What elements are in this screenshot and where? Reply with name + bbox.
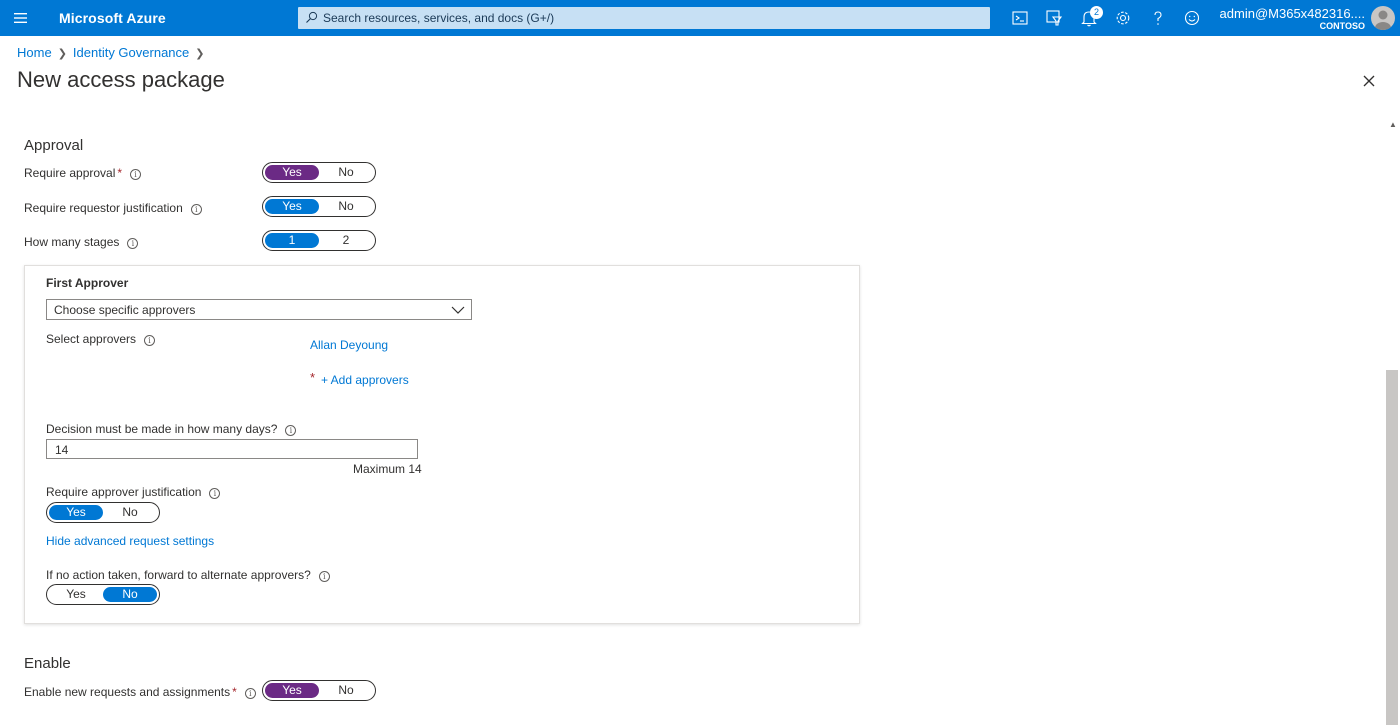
- forward-alternate-toggle[interactable]: Yes No: [46, 584, 160, 605]
- avatar[interactable]: [1371, 6, 1395, 30]
- chevron-right-icon: ❯: [195, 48, 205, 60]
- approval-heading: Approval: [24, 137, 84, 154]
- close-icon[interactable]: [1361, 73, 1377, 89]
- forward-alternate-label: If no action taken, forward to alternate…: [46, 568, 330, 582]
- require-justification-toggle[interactable]: Yes No: [262, 196, 376, 217]
- app-brand[interactable]: Microsoft Azure: [59, 10, 166, 26]
- approver-justification-label: Require approver justification i: [46, 485, 221, 499]
- info-icon[interactable]: i: [130, 169, 142, 180]
- user-avatar-icon: [1375, 10, 1391, 30]
- require-justification-yes[interactable]: Yes: [265, 199, 319, 214]
- enable-requests-no[interactable]: No: [319, 683, 373, 698]
- require-approval-no[interactable]: No: [319, 165, 373, 180]
- required-asterisk: *: [310, 370, 316, 385]
- account-email: admin@M365x482316....: [1219, 6, 1365, 21]
- stages-label: How many stages i: [24, 235, 139, 249]
- cloud-shell-icon[interactable]: [1010, 8, 1030, 28]
- hide-advanced-settings-link[interactable]: Hide advanced request settings: [46, 534, 214, 548]
- account-tenant: CONTOSO: [1319, 21, 1365, 31]
- page-title: New access package: [17, 67, 225, 92]
- enable-requests-label: Enable new requests and assignments * i: [24, 685, 256, 699]
- approver-justification-no[interactable]: No: [103, 505, 157, 520]
- enable-requests-yes[interactable]: Yes: [265, 683, 319, 698]
- require-approval-label: Require approval * i: [24, 166, 142, 180]
- approver-justification-text: Require approver justification: [46, 485, 202, 499]
- require-approval-text: Require approval: [24, 166, 116, 180]
- add-approvers-link[interactable]: + Add approvers: [321, 373, 409, 387]
- forward-alternate-no[interactable]: No: [103, 587, 157, 602]
- require-justification-no[interactable]: No: [319, 199, 373, 214]
- info-icon[interactable]: i: [127, 238, 139, 249]
- stages-option-2[interactable]: 2: [319, 233, 373, 248]
- breadcrumb-home[interactable]: Home: [17, 45, 52, 60]
- help-icon[interactable]: [1148, 8, 1168, 28]
- enable-heading: Enable: [24, 655, 71, 672]
- info-icon[interactable]: i: [190, 204, 202, 215]
- require-approval-yes[interactable]: Yes: [265, 165, 319, 180]
- settings-icon[interactable]: [1113, 8, 1133, 28]
- first-approver-title: First Approver: [46, 276, 129, 290]
- chevron-down-icon: [451, 306, 465, 314]
- notification-count-badge: 2: [1090, 6, 1103, 19]
- forward-alternate-text: If no action taken, forward to alternate…: [46, 568, 311, 582]
- enable-requests-toggle[interactable]: Yes No: [262, 680, 376, 701]
- top-bar: Microsoft Azure Search resources, servic…: [0, 0, 1400, 36]
- decision-days-value: 14: [55, 443, 69, 457]
- forward-alternate-yes[interactable]: Yes: [49, 587, 103, 602]
- decision-days-input[interactable]: 14: [46, 439, 418, 459]
- global-search-input[interactable]: Search resources, services, and docs (G+…: [298, 7, 990, 29]
- select-approvers-text: Select approvers: [46, 332, 137, 346]
- info-icon[interactable]: i: [244, 688, 256, 699]
- decision-days-hint: Maximum 14: [353, 462, 422, 476]
- account-info[interactable]: admin@M365x482316.... CONTOSO: [1220, 6, 1365, 32]
- scrollbar-thumb[interactable]: [1386, 370, 1398, 725]
- require-justification-text: Require requestor justification: [24, 201, 183, 215]
- menu-icon[interactable]: [10, 8, 32, 28]
- stages-toggle[interactable]: 1 2: [262, 230, 376, 251]
- scroll-up-arrow-icon[interactable]: ▲: [1389, 120, 1397, 129]
- decision-days-text: Decision must be made in how many days?: [46, 422, 278, 436]
- chevron-right-icon: ❯: [57, 48, 67, 60]
- require-approval-toggle[interactable]: Yes No: [262, 162, 376, 183]
- directory-filter-icon[interactable]: [1044, 8, 1064, 28]
- approver-allan-deyoung[interactable]: Allan Deyoung: [310, 338, 388, 352]
- breadcrumb: Home ❯ Identity Governance ❯: [17, 45, 210, 60]
- require-justification-label: Require requestor justification i: [24, 201, 202, 215]
- approver-justification-yes[interactable]: Yes: [49, 505, 103, 520]
- approver-type-value: Choose specific approvers: [54, 303, 196, 317]
- approver-type-dropdown[interactable]: Choose specific approvers: [46, 299, 472, 320]
- stages-option-1[interactable]: 1: [265, 233, 319, 248]
- enable-requests-text: Enable new requests and assignments: [24, 685, 231, 699]
- required-asterisk: *: [232, 685, 237, 699]
- info-icon[interactable]: i: [209, 488, 221, 499]
- feedback-icon[interactable]: [1182, 8, 1202, 28]
- info-icon[interactable]: i: [144, 335, 156, 346]
- required-asterisk: *: [117, 166, 123, 180]
- search-placeholder: Search resources, services, and docs (G+…: [323, 11, 555, 25]
- stages-text: How many stages: [24, 235, 120, 249]
- info-icon[interactable]: i: [285, 425, 297, 436]
- info-icon[interactable]: i: [318, 571, 330, 582]
- decision-days-label: Decision must be made in how many days? i: [46, 422, 297, 436]
- search-icon: [306, 11, 318, 23]
- approver-justification-toggle[interactable]: Yes No: [46, 502, 160, 523]
- select-approvers-label: Select approvers i: [46, 332, 156, 346]
- breadcrumb-identity-governance[interactable]: Identity Governance: [73, 45, 189, 60]
